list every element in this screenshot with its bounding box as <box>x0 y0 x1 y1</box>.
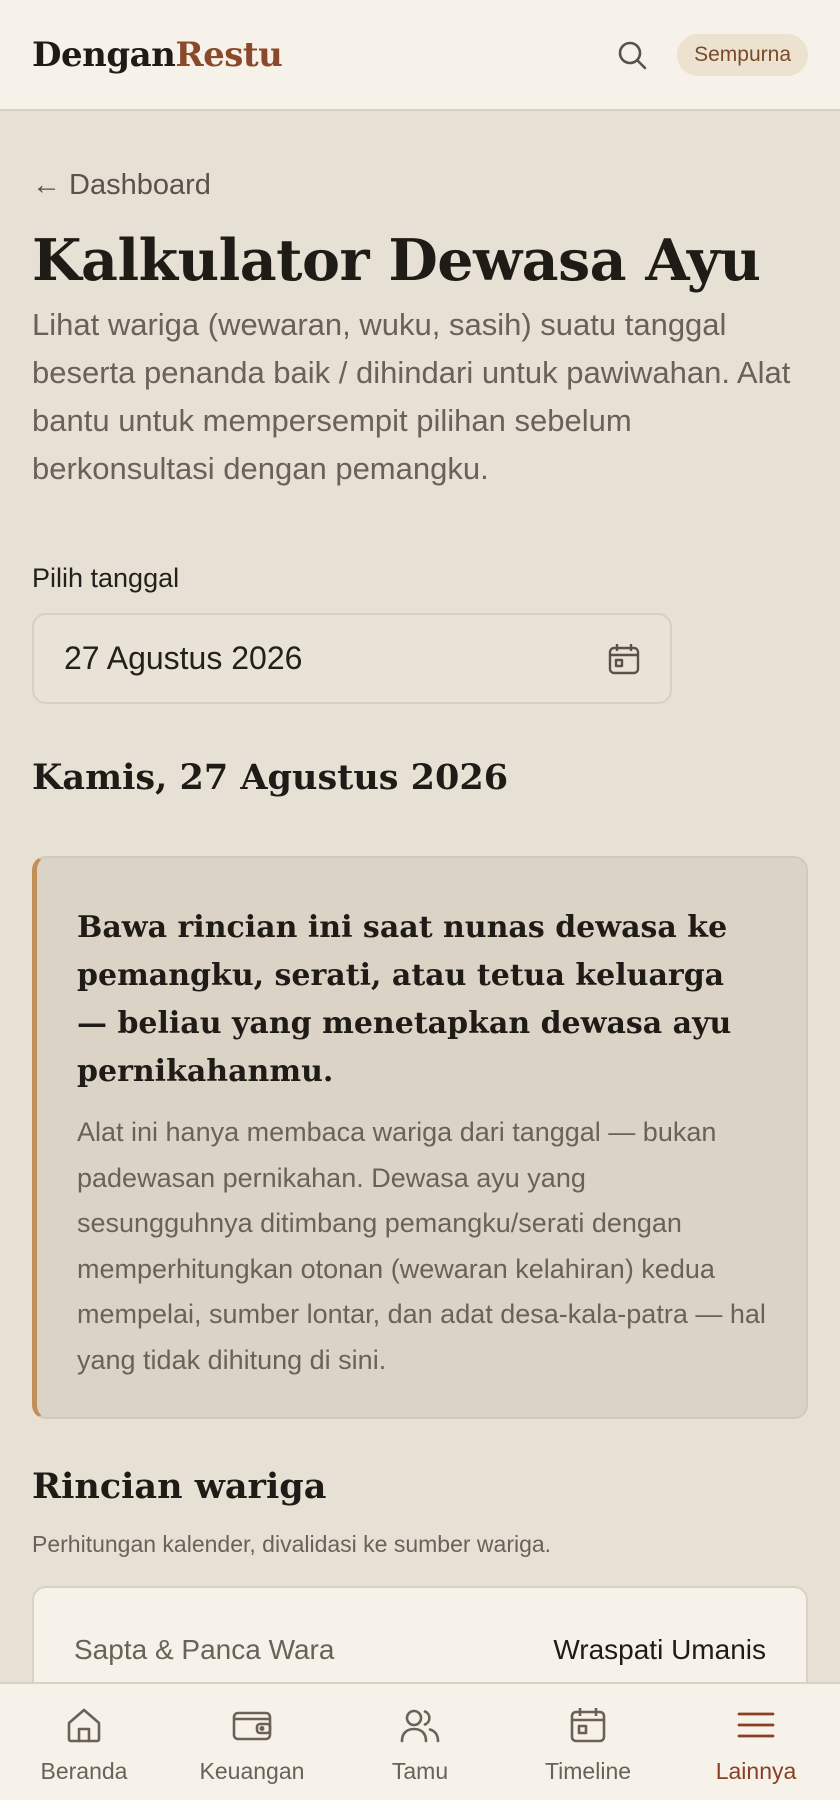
selected-date-heading: Kamis, 27 Agustus 2026 <box>32 757 509 798</box>
header-actions: Sempurna <box>609 32 808 78</box>
notice-body: Alat ini hanya membaca wariga dari tangg… <box>77 1117 766 1375</box>
logo-text-restu: Restu <box>175 34 283 75</box>
date-picker-input[interactable]: 27 Agustus 2026 <box>32 613 672 704</box>
nav-label-timeline: Timeline <box>544 1758 632 1784</box>
nav-label-keuangan: Keuangan <box>199 1758 305 1784</box>
calendar-icon[interactable] <box>606 641 642 677</box>
menu-icon <box>735 1704 777 1746</box>
consultation-notice-card: Bawa rincian ini saat nunas dewasa ke pe… <box>32 856 808 1419</box>
app-header: DenganRestu Sempurna <box>0 0 840 111</box>
users-icon <box>399 1704 441 1746</box>
nav-item-tamu[interactable]: Tamu <box>336 1684 504 1800</box>
date-field-label: Pilih tanggal <box>32 563 180 593</box>
nav-item-lainnya[interactable]: Lainnya <box>672 1684 840 1800</box>
wallet-icon <box>231 1704 273 1746</box>
notice-title: Bawa rincian ini saat nunas dewasa ke pe… <box>77 910 732 1089</box>
nav-label-beranda: Beranda <box>40 1758 128 1784</box>
detail-label: Sapta & Panca Wara <box>74 1634 335 1665</box>
plan-badge[interactable]: Sempurna <box>677 33 808 76</box>
home-icon <box>63 1704 105 1746</box>
details-section-title: Rincian wariga <box>32 1466 327 1507</box>
nav-item-timeline[interactable]: Timeline <box>504 1684 672 1800</box>
date-input-value: 27 Agustus 2026 <box>64 640 303 676</box>
nav-label-lainnya: Lainnya <box>715 1758 797 1784</box>
logo-text-dengan: Dengan <box>32 34 176 75</box>
detail-value: Wraspati Umanis <box>553 1634 766 1665</box>
nav-label-tamu: Tamu <box>391 1758 449 1784</box>
search-icon <box>618 41 647 69</box>
nav-item-keuangan[interactable]: Keuangan <box>168 1684 336 1800</box>
bottom-navigation: Beranda Keuangan Tamu Timeline Lainnya <box>0 1682 840 1800</box>
details-section-subtitle: Perhitungan kalender, divalidasi ke sumb… <box>32 1531 552 1557</box>
page-title: Kalkulator Dewasa Ayu <box>32 227 761 294</box>
back-to-dashboard-link[interactable]: ← Dashboard <box>32 169 211 202</box>
app-logo[interactable]: DenganRestu <box>32 34 283 75</box>
calendar-icon <box>567 1704 609 1746</box>
search-button[interactable] <box>609 32 655 78</box>
page-description: Lihat wariga (wewaran, wuku, sasih) suat… <box>32 307 791 486</box>
nav-item-beranda[interactable]: Beranda <box>0 1684 168 1800</box>
